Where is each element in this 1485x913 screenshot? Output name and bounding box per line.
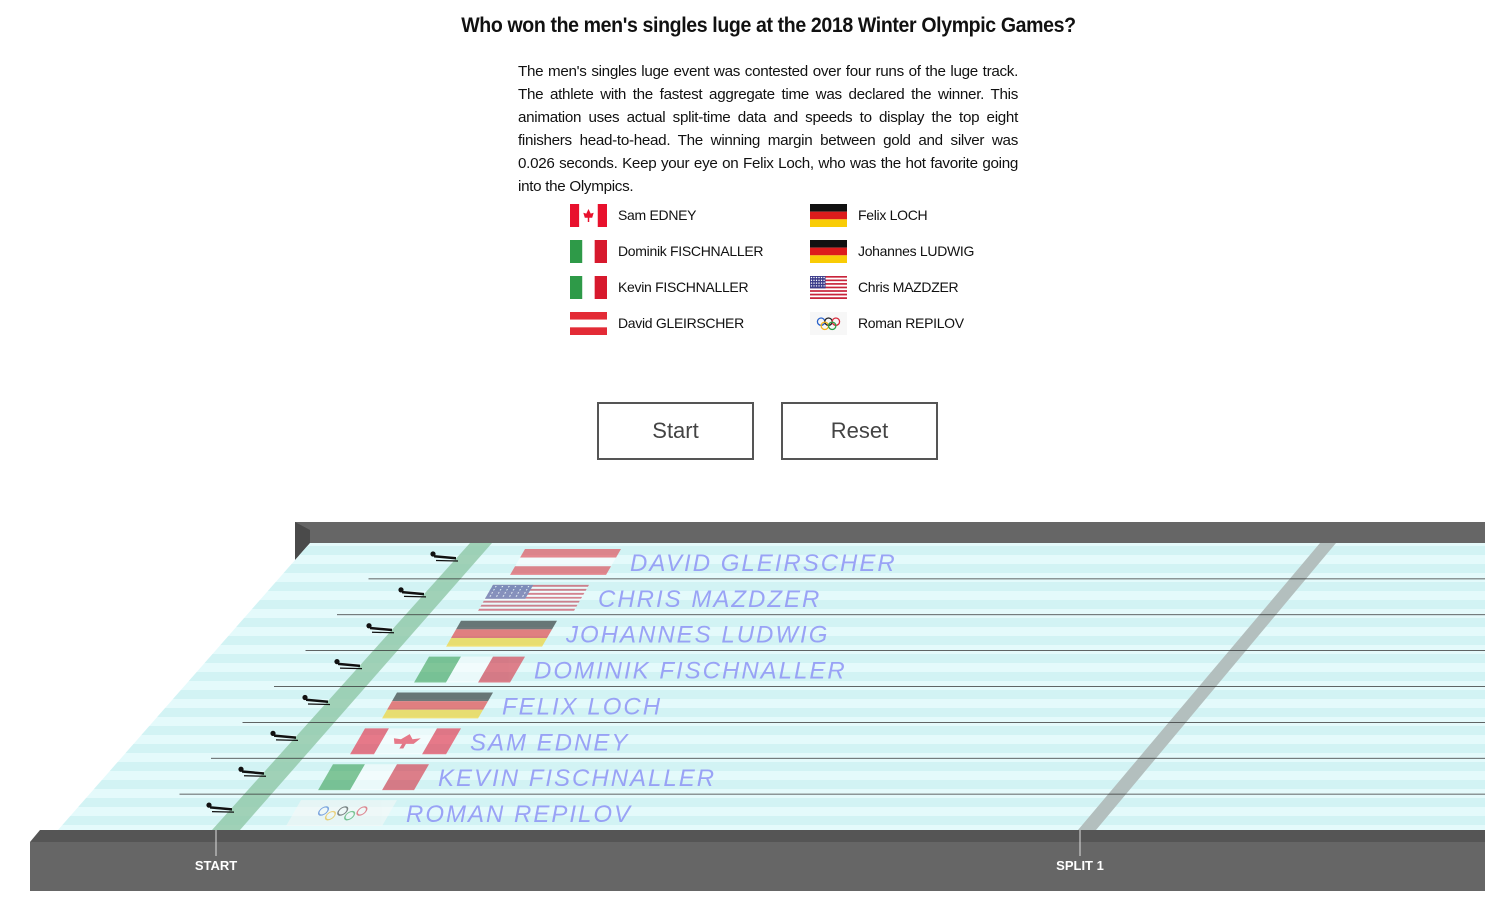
lane-athlete-name: CHRIS MAZDZER (598, 586, 821, 613)
lane-flag-icon (286, 800, 397, 826)
track-stripe (58, 708, 1485, 717)
split1-marker-label: SPLIT 1 (1056, 858, 1104, 873)
lane-flag-icon (414, 656, 525, 683)
lane-flag-icon (318, 764, 430, 791)
track-front-wall (30, 830, 1485, 842)
lane-flag-icon (382, 692, 493, 719)
track-stripe (58, 798, 1485, 807)
track-stripe (58, 762, 1485, 771)
track-stripe (58, 690, 1485, 699)
lane-athlete-name: ROMAN REPILOV (406, 801, 632, 828)
lane-flag-icon (510, 549, 621, 575)
luge-track: DAVID GLEIRSCHER CHRIS MAZDZER JOHANNES LU… (30, 522, 1485, 891)
lane-flag-icon (446, 620, 557, 647)
track-stripe (58, 726, 1485, 735)
lane-athlete-name: SAM EDNEY (470, 729, 629, 756)
lane-flag-icon (350, 728, 462, 755)
lane-athlete-name: JOHANNES LUDWIG (565, 622, 829, 649)
track-stripe (58, 744, 1485, 753)
start-marker-label: START (195, 858, 237, 873)
lane-flag-icon (478, 584, 589, 611)
lane-athlete-name: DAVID GLEIRSCHER (630, 550, 897, 577)
track-front-base (30, 842, 1485, 891)
track-stripe (58, 780, 1485, 789)
lane-athlete-name: FELIX LOCH (502, 693, 662, 720)
lane-athlete-name: DOMINIK FISCHNALLER (534, 658, 847, 685)
lane-athlete-name: KEVIN FISCHNALLER (438, 765, 716, 792)
